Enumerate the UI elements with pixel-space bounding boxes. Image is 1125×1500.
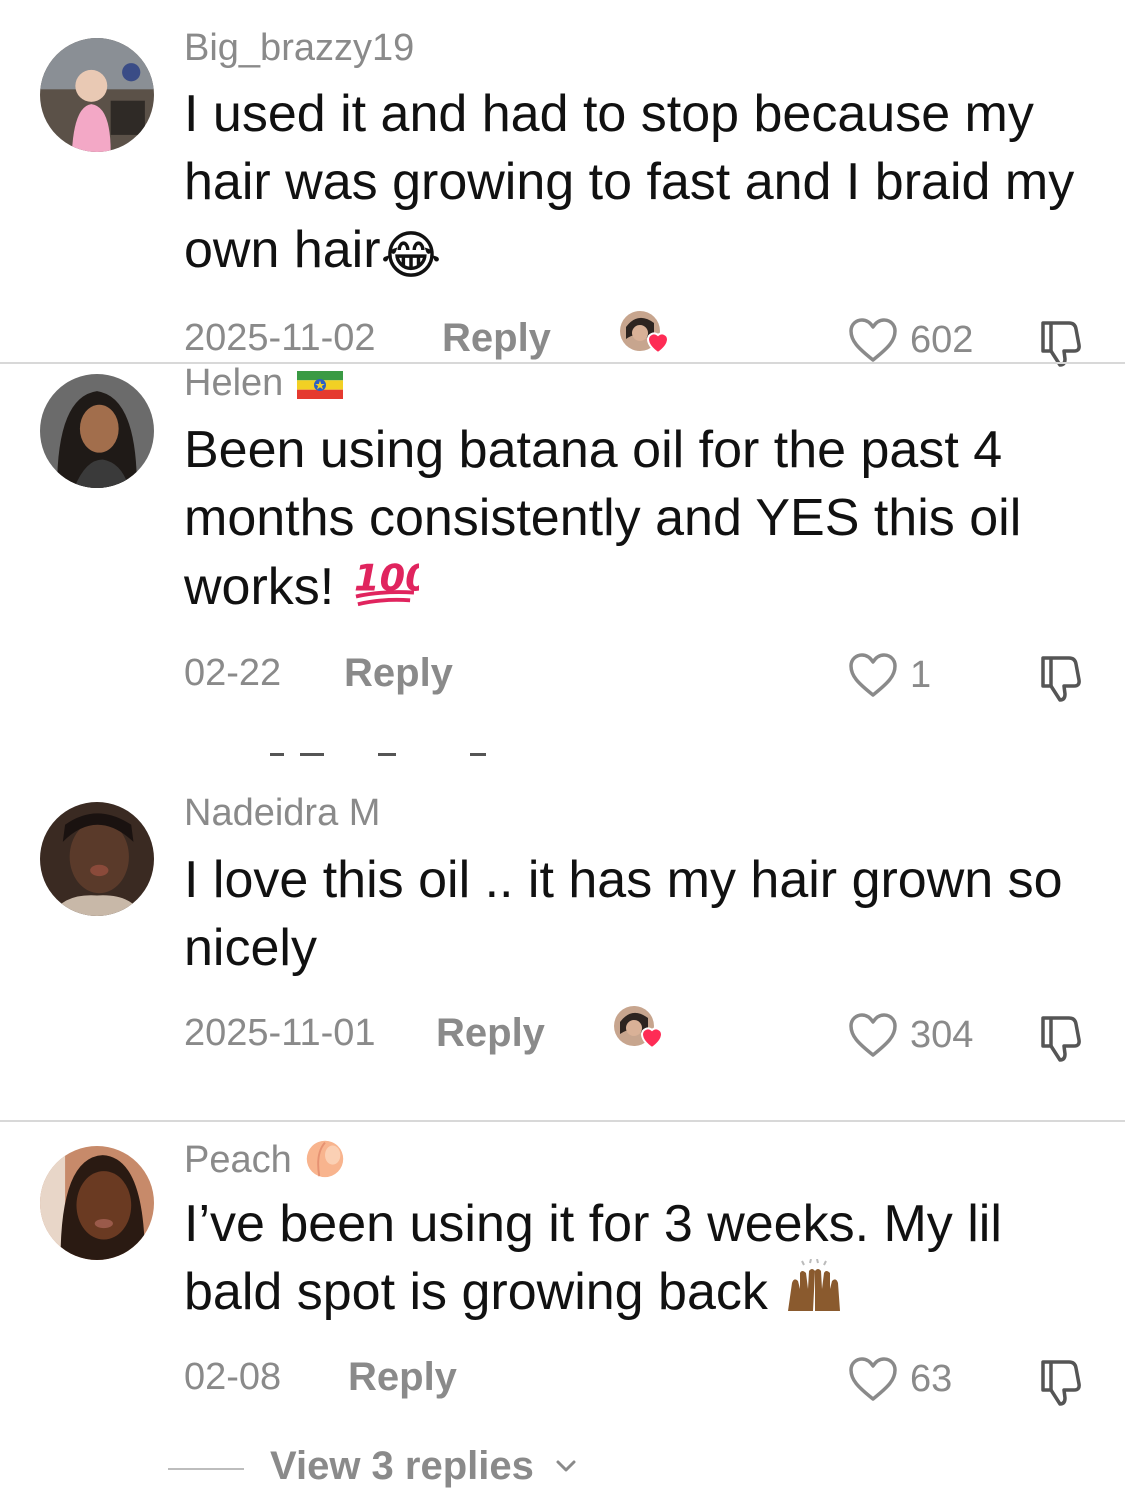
comment-item: Peach I’ve been using it for 3 weeks. My… [0,1122,1125,1440]
comment-meta: 2025-11-02 Reply 602 [184,311,1089,367]
reply-button[interactable]: Reply [348,1352,457,1402]
reply-button[interactable]: Reply [436,1008,545,1058]
comment-username-text: Helen [184,362,284,404]
view-replies-label: View 3 replies [270,1444,534,1488]
thumbs-down-icon [1041,1360,1081,1406]
dislike-button[interactable] [1033,1352,1089,1408]
avatar[interactable] [40,802,154,916]
dislike-button[interactable] [1033,648,1089,704]
reply-button[interactable]: Reply [344,648,453,698]
creator-liked-badge-icon [612,1004,664,1054]
dislike-button[interactable] [1033,1008,1089,1064]
comment-text: Been using batana oil for the past 4 mon… [184,416,1089,627]
like-count: 304 [910,1014,974,1056]
comment-meta: 02-22 Reply 1 [184,648,1089,702]
heart-icon [849,1357,897,1401]
comment-text-content: I used it and had to stop because my hai… [184,85,1075,279]
comment-username[interactable]: Peach [184,1134,348,1190]
comment-username[interactable]: Big_brazzy19 [184,27,414,70]
comment-text-content: I’ve been using it for 3 weeks. My lil b… [184,1195,1002,1321]
comment-text: I love this oil .. it has my hair grown … [184,846,1089,982]
laughing-emoji-icon: 😂 [380,227,442,285]
cropped-text-remnant [270,744,510,756]
comment-date: 02-08 [184,1356,282,1398]
comment-item: Nadeidra M I love this oil .. it has my … [0,780,1125,1120]
comment-text-content: I love this oil .. it has my hair grown … [184,851,1063,977]
comment-username[interactable]: Helen [184,362,344,405]
comment-username-text: Peach [184,1139,292,1181]
avatar[interactable] [40,374,154,488]
thumbs-down-icon [1041,656,1081,702]
thumbs-down-icon [1041,321,1081,367]
avatar-image [40,374,154,488]
like-count: 1 [910,654,932,696]
comment-item: Big_brazzy19 I used it and had to stop b… [0,0,1125,367]
like-count: 602 [910,319,974,361]
thread-line [168,1468,244,1470]
avatar[interactable] [40,1146,154,1260]
creator-liked-badge-icon [618,309,670,359]
comment-date: 02-22 [184,652,282,694]
heart-icon [849,318,897,362]
hundred-points-emoji-icon: 100 [349,552,430,627]
avatar[interactable] [40,38,154,152]
avatar-image [40,802,154,916]
avatar-image [40,1146,154,1260]
heart-icon [849,653,897,697]
raising-hands-emoji-icon [782,1258,846,1332]
reply-button[interactable]: Reply [442,313,551,363]
peach-emoji-icon [302,1134,348,1190]
comment-date: 2025-11-02 [184,317,376,359]
comment-meta: 2025-11-01 Reply 304 [184,1006,1089,1062]
comment-text: I used it and had to stop because my hai… [184,80,1089,290]
thumbs-down-icon [1041,1016,1081,1062]
flag-icon [297,366,344,399]
comment-text-content: Been using batana oil for the past 4 mon… [184,421,1022,616]
avatar-image [40,38,154,152]
like-count: 63 [910,1358,953,1400]
comment-date: 2025-11-01 [184,1012,376,1054]
heart-icon [849,1013,897,1057]
comment-meta: 02-08 Reply 63 [184,1352,1089,1406]
comment-text: I’ve been using it for 3 weeks. My lil b… [184,1190,1089,1332]
chevron-down-icon [556,1460,576,1472]
comment-username[interactable]: Nadeidra M [184,792,380,835]
comment-item: Helen Been using batana oil for the past… [0,362,1125,754]
dislike-button[interactable] [1033,313,1089,369]
